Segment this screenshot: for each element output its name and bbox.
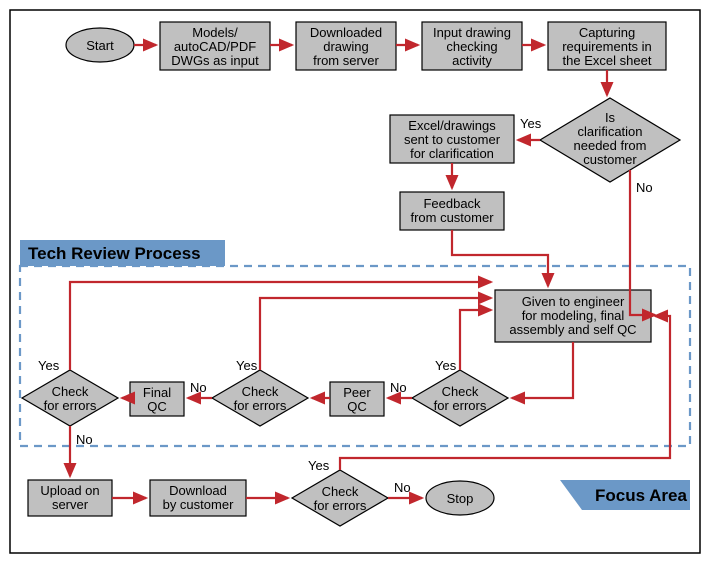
svg-text:Yes: Yes [520,116,542,131]
tech-review-label: Tech Review Process [28,244,201,263]
svg-text:No: No [190,380,207,395]
svg-text:needed from: needed from [574,138,647,153]
svg-text:Final: Final [143,385,171,400]
svg-text:Check: Check [242,384,279,399]
arrow-check3-yes [70,282,491,370]
svg-text:DWGs as input: DWGs as input [171,53,259,68]
svg-text:server: server [52,497,89,512]
svg-text:Excel/drawings: Excel/drawings [408,118,496,133]
svg-text:No: No [636,180,653,195]
arrow-check1-yes [460,310,491,370]
svg-text:QC: QC [347,399,367,414]
svg-text:Feedback: Feedback [423,196,481,211]
svg-text:checking: checking [446,39,497,54]
svg-text:from customer: from customer [410,210,494,225]
svg-text:No: No [76,432,93,447]
svg-text:requirements in: requirements in [562,39,652,54]
svg-text:by customer: by customer [163,497,234,512]
svg-text:Capturing: Capturing [579,25,635,40]
svg-text:Given to engineer: Given to engineer [522,294,625,309]
svg-text:for clarification: for clarification [410,146,494,161]
arrow-check2-yes [260,298,491,370]
svg-text:Download: Download [169,483,227,498]
svg-text:for errors: for errors [234,398,287,413]
svg-text:Yes: Yes [38,358,60,373]
svg-text:sent to customer: sent to customer [404,132,501,147]
svg-text:clarification: clarification [577,124,642,139]
svg-text:Check: Check [322,484,359,499]
svg-text:QC: QC [147,399,167,414]
svg-text:Upload on: Upload on [40,483,99,498]
flowchart-canvas: Tech Review Process Focus Area Start Mod… [0,0,710,563]
svg-text:for modeling, final: for modeling, final [522,308,625,323]
svg-text:from server: from server [313,53,379,68]
svg-text:Yes: Yes [308,458,330,473]
svg-text:activity: activity [452,53,492,68]
svg-text:customer: customer [583,152,637,167]
stop-text: Stop [447,491,474,506]
svg-text:Is: Is [605,110,616,125]
svg-text:Check: Check [52,384,89,399]
svg-text:the Excel sheet: the Excel sheet [563,53,652,68]
svg-text:Peer: Peer [343,385,371,400]
svg-text:Check: Check [442,384,479,399]
svg-text:Yes: Yes [435,358,457,373]
svg-text:for errors: for errors [434,398,487,413]
arrow-feedback-engineer [452,230,548,286]
svg-text:for errors: for errors [314,498,367,513]
svg-text:Models/: Models/ [192,25,238,40]
svg-text:drawing: drawing [323,39,369,54]
svg-text:No: No [394,480,411,495]
svg-text:for errors: for errors [44,398,97,413]
svg-text:assembly and self QC: assembly and self QC [509,322,636,337]
svg-text:No: No [390,380,407,395]
svg-text:Yes: Yes [236,358,258,373]
arrow-engineer-check1 [512,342,573,398]
start-text: Start [86,38,114,53]
focus-area-label: Focus Area [595,486,688,505]
svg-text:Downloaded: Downloaded [310,25,382,40]
svg-text:autoCAD/PDF: autoCAD/PDF [174,39,256,54]
svg-text:Input drawing: Input drawing [433,25,511,40]
